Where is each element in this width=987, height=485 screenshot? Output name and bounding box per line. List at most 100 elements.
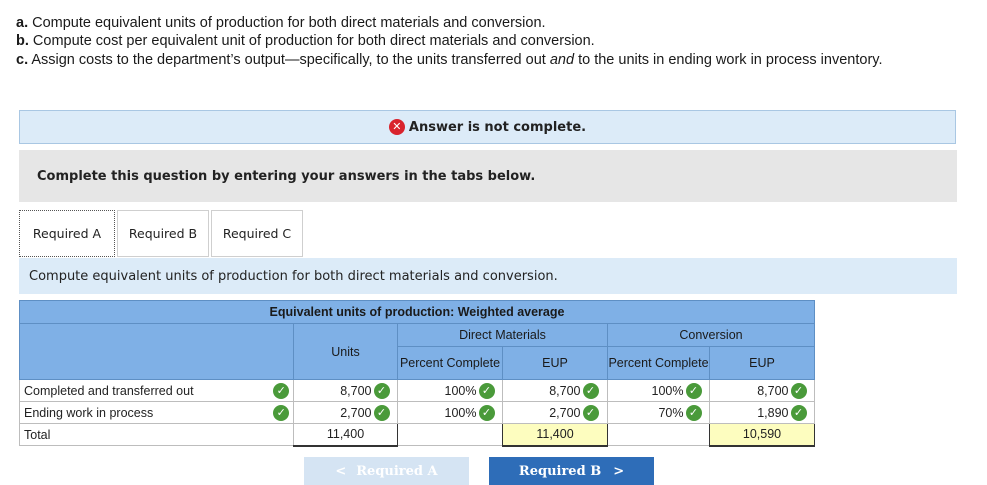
total-label-text: Total [24, 427, 51, 442]
header-eup-text: EUP [542, 356, 568, 370]
conv-eup-value: 1,890 [757, 405, 789, 420]
header-conv-percent: Percent Complete [607, 346, 710, 380]
conv-percent-input[interactable]: 70% [607, 401, 686, 424]
dm-percent-total-blank [397, 423, 503, 446]
units-value: 8,700 [340, 383, 372, 398]
header-conv-eup: EUP [709, 346, 815, 380]
header-dm-text: Direct Materials [459, 328, 546, 342]
units-check: ✓ [373, 379, 398, 402]
header-blank [19, 323, 294, 380]
dm-eup-value: 8,700 [549, 383, 581, 398]
prev-button[interactable]: < Required A [304, 457, 469, 485]
units-total: 11,400 [293, 423, 398, 447]
table-title-text: Equivalent units of production: Weighted… [269, 305, 565, 319]
check-icon: ✓ [478, 404, 495, 421]
table-title: Equivalent units of production: Weighted… [19, 300, 815, 324]
header-conversion: Conversion [607, 323, 815, 347]
total-label: Total [19, 423, 294, 446]
units-input[interactable]: 8,700 [293, 379, 374, 402]
dm-eup-check: ✓ [582, 401, 608, 424]
instruction-text: Assign costs to the department’s output—… [31, 51, 550, 68]
table-row: Completed and transferred out ✓ 8,700 ✓ … [19, 379, 815, 402]
dm-percent-value: 100% [444, 405, 477, 420]
tab-label: Required A [32, 226, 102, 241]
dm-eup-input[interactable]: 2,700 [502, 401, 583, 424]
dm-percent-check: ✓ [478, 379, 503, 402]
instruction-marker: c. [16, 51, 29, 68]
instruction-marker: a. [16, 15, 29, 31]
tab-instruction-text: Compute equivalent units of production f… [29, 268, 558, 284]
dm-eup-value: 2,700 [549, 405, 581, 420]
row-label: Ending work in process [19, 401, 270, 424]
instruction-b: b. Compute cost per equivalent unit of p… [16, 32, 936, 50]
dm-eup-total: 11,400 [502, 423, 608, 447]
instruction-marker: b. [16, 33, 29, 50]
answer-status-text: Answer is not complete. [408, 119, 587, 135]
x-icon: ✕ [388, 119, 405, 135]
conv-eup-value: 8,700 [757, 383, 789, 398]
dm-percent-input[interactable]: 100% [397, 401, 479, 424]
conv-percent-value: 100% [651, 383, 684, 398]
conv-percent-input[interactable]: 100% [607, 379, 686, 402]
conv-eup-input[interactable]: 8,700 [709, 379, 791, 402]
conv-eup-total-value: 10,590 [742, 427, 782, 442]
dm-percent-value: 100% [444, 383, 477, 398]
tab-label: Required C [222, 226, 292, 241]
prompt-text: Complete this question by entering your … [37, 168, 536, 184]
question-prompt: Complete this question by entering your … [19, 150, 957, 202]
answer-status-bar: ✕ Answer is not complete. [19, 110, 956, 144]
header-units: Units [293, 323, 398, 380]
check-icon: ✓ [790, 382, 807, 399]
tab-required-c[interactable]: Required C [211, 210, 303, 257]
units-value: 2,700 [340, 405, 372, 420]
conv-eup-total: 10,590 [709, 423, 815, 447]
header-pct-text: Percent Complete [608, 356, 709, 370]
chevron-left-icon: < [335, 463, 347, 479]
check-icon: ✓ [373, 382, 390, 399]
header-units-text: Units [331, 344, 360, 359]
conv-percent-value: 70% [658, 405, 684, 420]
row-label: Completed and transferred out [19, 379, 270, 402]
check-icon: ✓ [373, 404, 390, 421]
header-direct-materials: Direct Materials [397, 323, 608, 347]
next-button[interactable]: Required B > [489, 457, 654, 485]
check-icon: ✓ [273, 382, 290, 399]
prev-button-label: Required A [356, 463, 438, 479]
row-label-text: Ending work in process [24, 405, 154, 420]
dm-eup-input[interactable]: 8,700 [502, 379, 583, 402]
tab-required-a[interactable]: Required A [19, 210, 115, 257]
header-dm-percent: Percent Complete [397, 346, 503, 380]
header-eup-text: EUP [749, 356, 775, 370]
units-input[interactable]: 2,700 [293, 401, 374, 424]
header-pct-text: Percent Complete [399, 356, 501, 370]
dm-eup-check: ✓ [582, 379, 608, 402]
dm-percent-input[interactable]: 100% [397, 379, 479, 402]
instruction-c: c. Assign costs to the department’s outp… [16, 51, 936, 69]
conv-eup-input[interactable]: 1,890 [709, 401, 791, 424]
eup-table: Equivalent units of production: Weighted… [19, 300, 815, 447]
instruction-text: Compute equivalent units of production f… [32, 15, 546, 31]
instruction-text: to the units in ending work in process i… [574, 51, 883, 68]
tab-required-b[interactable]: Required B [117, 210, 209, 257]
dm-eup-total-value: 11,400 [536, 427, 574, 442]
table-row: Ending work in process ✓ 2,700 ✓ 100% ✓ … [19, 401, 815, 424]
check-icon: ✓ [790, 404, 807, 421]
check-icon: ✓ [685, 404, 702, 421]
check-icon: ✓ [273, 404, 290, 421]
check-icon: ✓ [685, 382, 702, 399]
chevron-right-icon: > [613, 463, 625, 479]
dm-percent-check: ✓ [478, 401, 503, 424]
conv-eup-check: ✓ [790, 379, 815, 402]
table-total-row: Total 11,400 11,400 10,590 [19, 423, 815, 447]
header-conv-text: Conversion [679, 328, 743, 342]
check-icon: ✓ [582, 382, 599, 399]
instruction-text: Compute cost per equivalent unit of prod… [32, 33, 595, 50]
conv-percent-check: ✓ [685, 401, 710, 424]
instruction-a: a. Compute equivalent units of productio… [16, 14, 936, 32]
conv-percent-total-blank [607, 423, 710, 446]
tab-label: Required B [128, 226, 198, 241]
check-icon: ✓ [478, 382, 495, 399]
units-total-value: 11,400 [326, 427, 365, 442]
units-check: ✓ [373, 401, 398, 424]
tab-instruction-bar: Compute equivalent units of production f… [19, 258, 957, 294]
